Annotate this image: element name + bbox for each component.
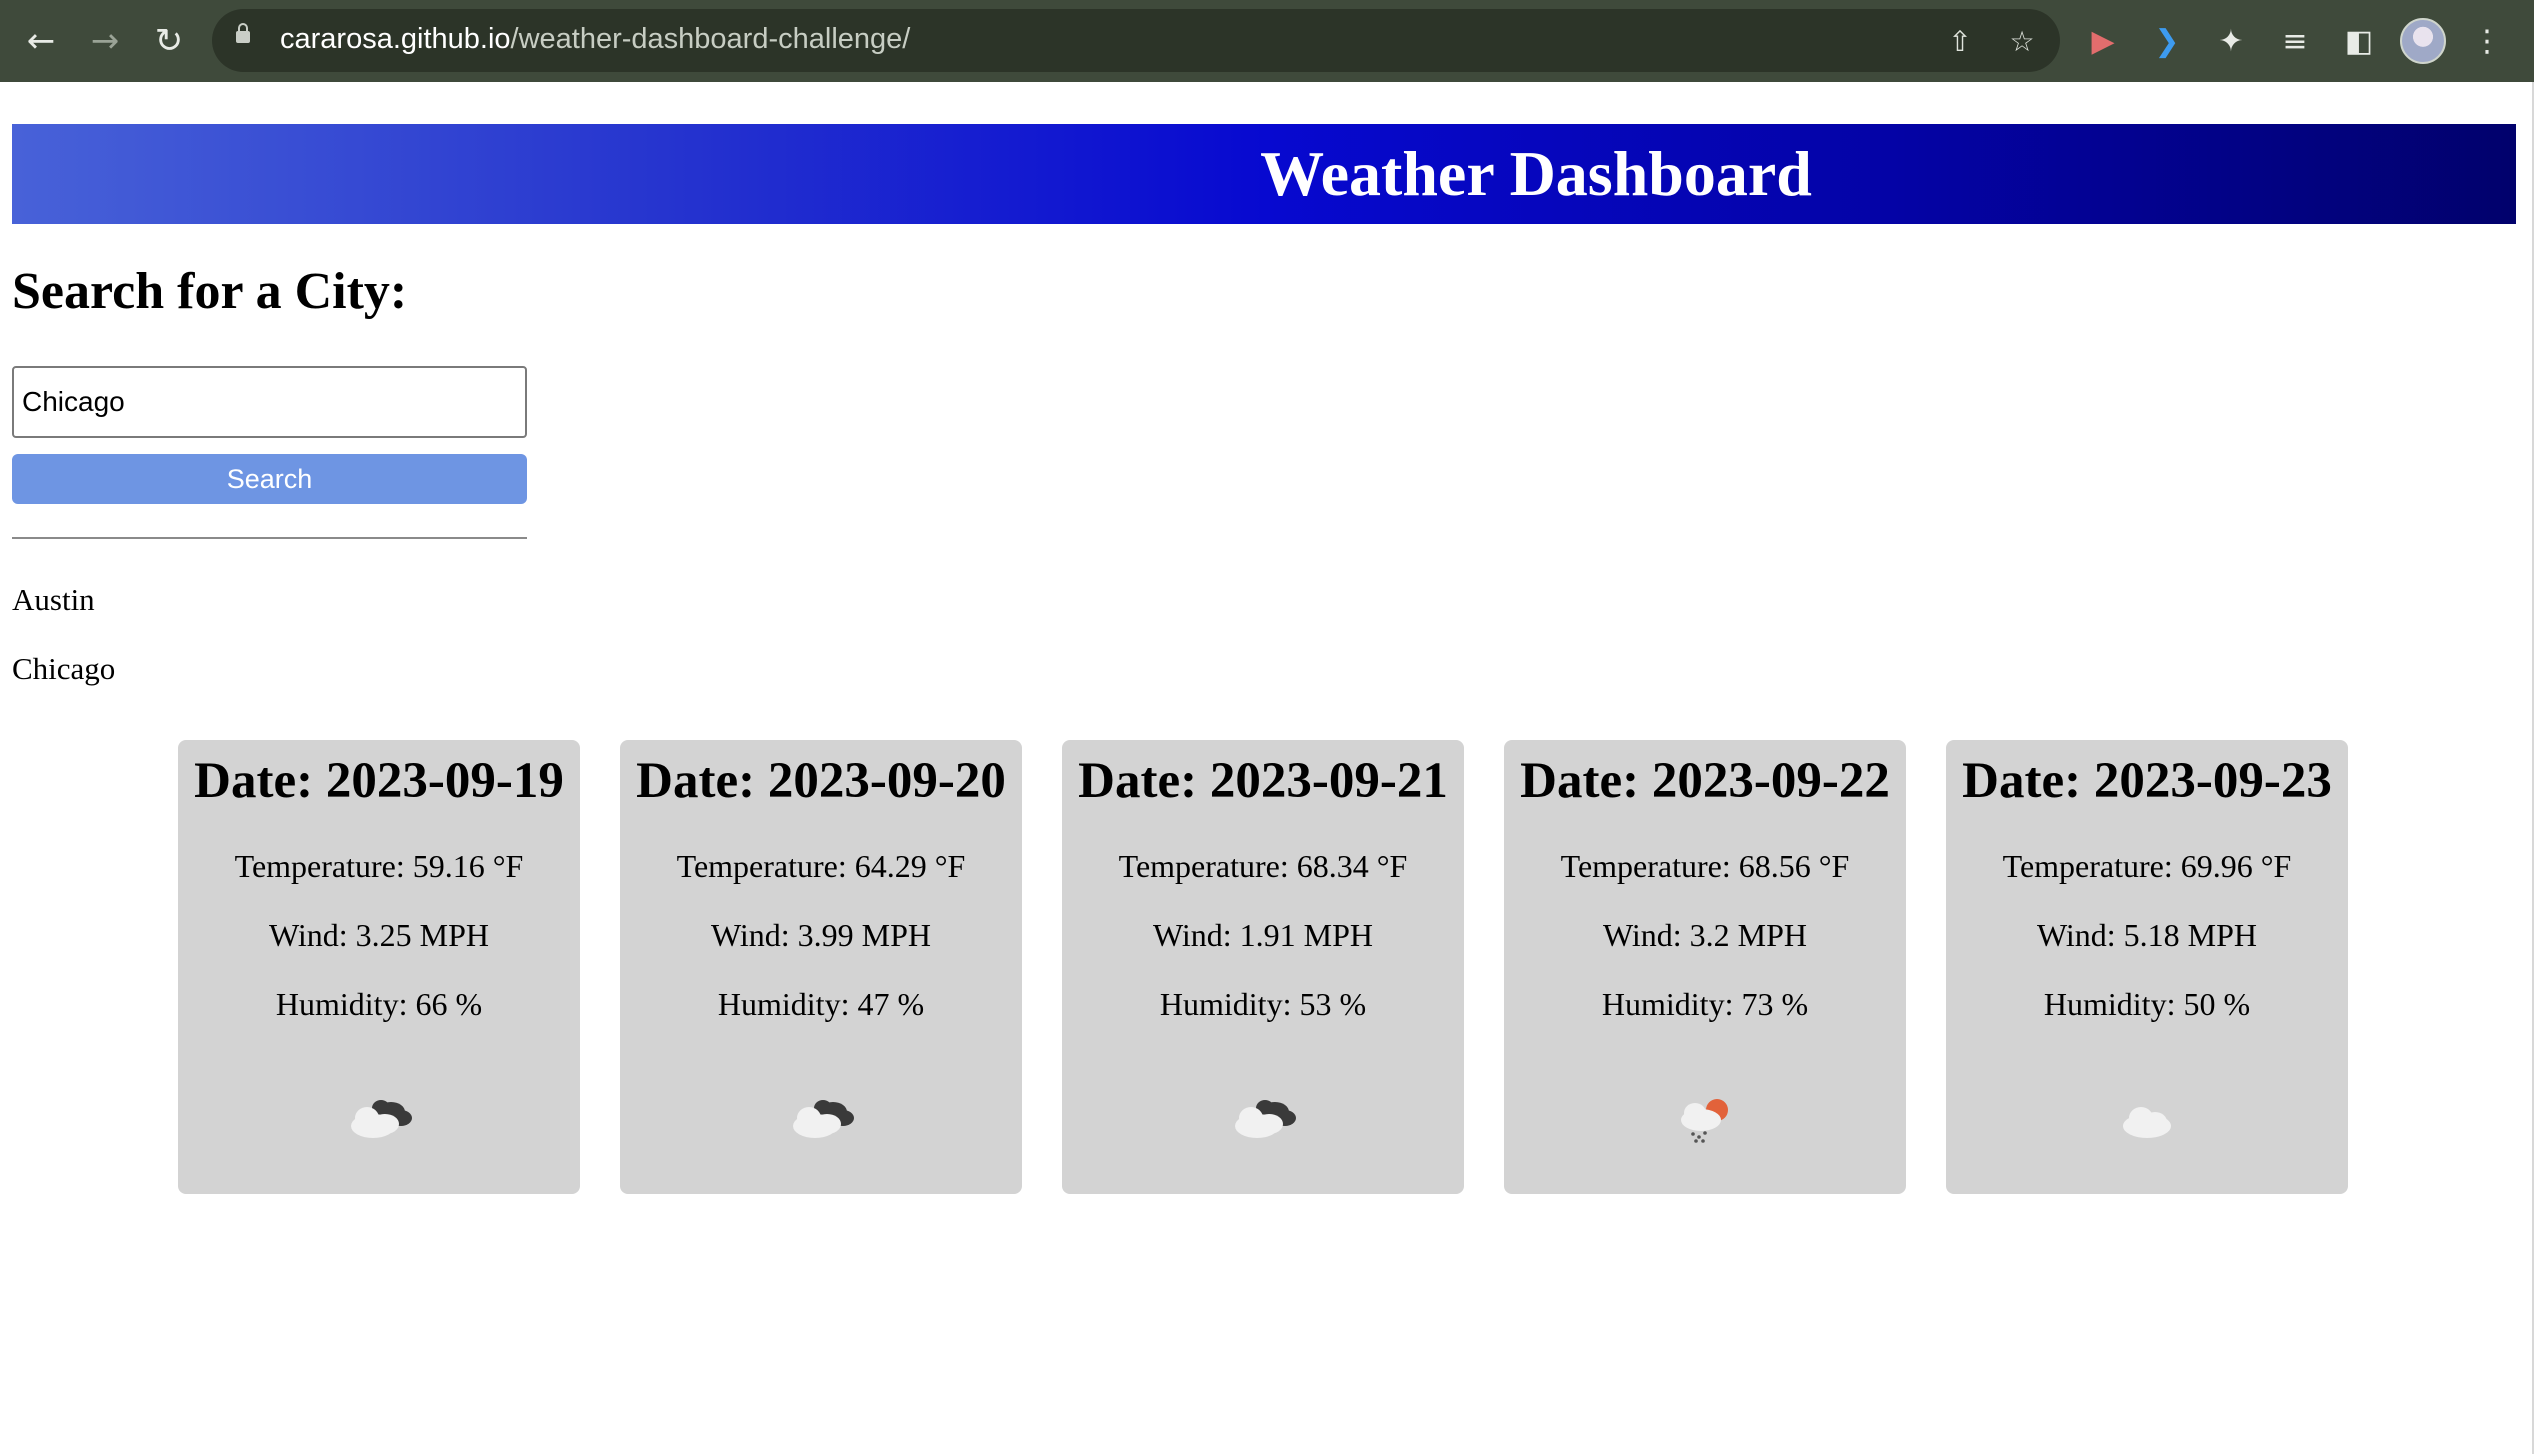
- reading-list-icon[interactable]: ≡: [2272, 18, 2318, 64]
- card-date: Date: 2023-09-22: [1520, 753, 1890, 809]
- menu-kebab-icon[interactable]: ⋮: [2464, 18, 2510, 64]
- search-history: Austin Chicago: [12, 578, 115, 716]
- forecast-card: Date: 2023-09-20 Temperature: 64.29 °F W…: [620, 740, 1022, 1194]
- card-humidity: Humidity: 47 %: [717, 986, 925, 1022]
- card-wind: Wind: 3.25 MPH: [268, 917, 490, 953]
- history-item-austin[interactable]: Austin: [12, 578, 115, 647]
- card-temperature: Temperature: 69.96 °F: [2002, 848, 2292, 884]
- vscode-extension-icon[interactable]: ❯: [2144, 18, 2190, 64]
- forecast-cards: Date: 2023-09-19 Temperature: 59.16 °F W…: [178, 740, 2348, 1194]
- url-path: /weather-dashboard-challenge/: [510, 23, 911, 55]
- url-text[interactable]: cararosa.github.io/weather-dashboard-cha…: [280, 23, 910, 56]
- history-item-chicago[interactable]: Chicago: [12, 647, 115, 716]
- address-bar[interactable]: cararosa.github.io/weather-dashboard-cha…: [212, 9, 2060, 72]
- header-banner: Weather Dashboard: [12, 124, 2516, 224]
- divider: [12, 537, 527, 539]
- broken-clouds-icon: [793, 1100, 854, 1138]
- card-wind: Wind: 3.2 MPH: [1602, 917, 1808, 953]
- card-temperature: Temperature: 68.56 °F: [1560, 848, 1850, 884]
- card-wind: Wind: 5.18 MPH: [2036, 917, 2258, 953]
- search-button[interactable]: Search: [12, 454, 527, 504]
- forecast-card: Date: 2023-09-23 Temperature: 69.96 °F W…: [1946, 740, 2348, 1194]
- card-humidity: Humidity: 50 %: [2043, 986, 2251, 1022]
- browser-toolbar: ← → ↻ cararosa.github.io/weather-dashboa…: [0, 0, 2534, 82]
- card-date: Date: 2023-09-23: [1962, 753, 2332, 809]
- card-wind: Wind: 1.91 MPH: [1152, 917, 1374, 953]
- card-date: Date: 2023-09-21: [1078, 753, 1448, 809]
- broken-clouds-icon: [351, 1100, 412, 1138]
- extensions-puzzle-icon[interactable]: ✦: [2208, 18, 2254, 64]
- city-search-input[interactable]: [12, 366, 527, 438]
- screen-recorder-extension-icon[interactable]: ▶: [2080, 18, 2126, 64]
- card-date: Date: 2023-09-19: [194, 753, 564, 809]
- page-title: Weather Dashboard: [1260, 138, 1812, 209]
- share-icon[interactable]: ⇧: [1940, 21, 1980, 61]
- bookmark-star-icon[interactable]: ☆: [2002, 21, 2042, 61]
- broken-clouds-icon: [1235, 1100, 1296, 1138]
- card-temperature: Temperature: 68.34 °F: [1118, 848, 1408, 884]
- card-date: Date: 2023-09-20: [636, 753, 1006, 809]
- cloud-icon: [2123, 1107, 2171, 1138]
- lock-icon[interactable]: [236, 23, 250, 43]
- side-panel-icon[interactable]: ◧: [2336, 18, 2382, 64]
- card-humidity: Humidity: 66 %: [275, 986, 483, 1022]
- card-wind: Wind: 3.99 MPH: [710, 917, 932, 953]
- card-humidity: Humidity: 53 %: [1159, 986, 1367, 1022]
- reload-icon[interactable]: ↻: [144, 16, 194, 66]
- card-humidity: Humidity: 73 %: [1601, 986, 1809, 1022]
- search-heading: Search for a City:: [12, 263, 408, 320]
- forecast-card: Date: 2023-09-21 Temperature: 68.34 °F W…: [1062, 740, 1464, 1194]
- card-temperature: Temperature: 59.16 °F: [234, 848, 524, 884]
- back-arrow-icon[interactable]: ←: [16, 16, 66, 66]
- url-host: cararosa.github.io: [280, 23, 511, 55]
- rain-sun-icon: [1681, 1099, 1728, 1143]
- profile-avatar[interactable]: [2400, 18, 2446, 64]
- card-temperature: Temperature: 64.29 °F: [676, 848, 966, 884]
- forward-arrow-icon[interactable]: →: [80, 16, 130, 66]
- forecast-card: Date: 2023-09-22 Temperature: 68.56 °F W…: [1504, 740, 1906, 1194]
- forecast-card: Date: 2023-09-19 Temperature: 59.16 °F W…: [178, 740, 580, 1194]
